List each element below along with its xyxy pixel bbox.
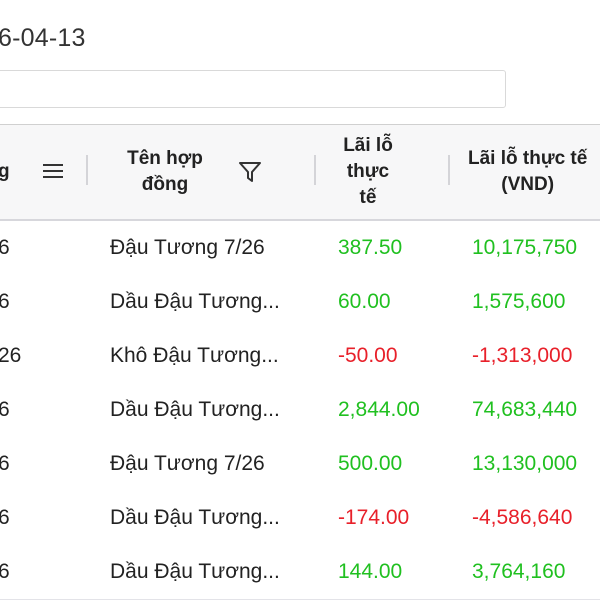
cell-contract-name: Dầu Đậu Tương... — [110, 290, 280, 313]
cell-contract-name: Dầu Đậu Tương... — [110, 506, 280, 529]
data-table: g Tên hợp đồng Lãi lỗ thực tế — [0, 124, 600, 601]
cell-real-pnl-vnd: 10,175,750 — [472, 236, 578, 259]
table-row[interactable]: 6 Dầu Đậu Tương... 60.00 1,575,600 — [0, 275, 600, 330]
column-header-code[interactable]: g — [0, 125, 38, 219]
table-row[interactable]: 6 Dầu Đậu Tương... 144.00 3,764,160 — [0, 545, 600, 600]
table-header: g Tên hợp đồng Lãi lỗ thực tế — [0, 125, 600, 221]
table-row[interactable]: 6 Dầu Đậu Tương... 2,844.00 74,683,440 — [0, 383, 600, 438]
cell-code: 6 — [0, 221, 10, 275]
column-header-real-pnl[interactable]: Lãi lỗ thực tế — [328, 125, 408, 219]
cell-real-pnl: 144.00 — [338, 560, 403, 583]
cell-contract-name: Đậu Tương 7/26 — [110, 452, 265, 475]
column-header-contract-name[interactable]: Tên hợp đồng — [110, 125, 220, 219]
filter-icon[interactable] — [238, 161, 262, 183]
cell-code: 6 — [0, 545, 10, 599]
column-separator[interactable] — [314, 155, 316, 185]
column-separator[interactable] — [448, 155, 450, 185]
cell-real-pnl: 500.00 — [338, 452, 403, 475]
cell-real-pnl: 60.00 — [338, 290, 391, 313]
cell-code: 6 — [0, 275, 10, 329]
column-header-real-pnl-vnd[interactable]: Lãi lỗ thực tế (VND) — [468, 125, 600, 219]
cell-contract-name: Đậu Tương 7/26 — [110, 236, 265, 259]
cell-contract-name: Khô Đậu Tương... — [110, 344, 279, 367]
date-label: 6-04-13 — [0, 24, 86, 52]
table-row[interactable]: 6 Dầu Đậu Tương... -174.00 -4,586,640 — [0, 491, 600, 546]
table-row[interactable]: 6 Đậu Tương 7/26 500.00 13,130,000 — [0, 437, 600, 492]
cell-contract-name: Dầu Đậu Tương... — [110, 560, 280, 583]
cell-real-pnl-vnd: 1,575,600 — [472, 290, 566, 313]
cell-code: 6 — [0, 383, 10, 437]
cell-real-pnl: 2,844.00 — [338, 398, 420, 421]
cell-real-pnl-vnd: 3,764,160 — [472, 560, 566, 583]
table-row[interactable]: 26 Khô Đậu Tương... -50.00 -1,313,000 — [0, 329, 600, 384]
cell-real-pnl: -174.00 — [338, 506, 410, 529]
cell-real-pnl: 387.50 — [338, 236, 403, 259]
cell-real-pnl-vnd: -4,586,640 — [472, 506, 573, 529]
cell-code: 6 — [0, 491, 10, 545]
cell-real-pnl-vnd: 74,683,440 — [472, 398, 578, 421]
column-separator[interactable] — [86, 155, 88, 185]
cell-code: 26 — [0, 344, 22, 367]
search-input[interactable] — [0, 70, 506, 108]
table-row[interactable]: 6 Đậu Tương 7/26 387.50 10,175,750 — [0, 221, 600, 276]
cell-real-pnl: -50.00 — [338, 344, 398, 367]
cell-real-pnl-vnd: 13,130,000 — [472, 452, 578, 475]
cell-real-pnl-vnd: -1,313,000 — [472, 344, 573, 367]
column-menu-icon[interactable] — [43, 163, 63, 179]
cell-contract-name: Dầu Đậu Tương... — [110, 398, 280, 421]
cell-code: 6 — [0, 437, 10, 491]
